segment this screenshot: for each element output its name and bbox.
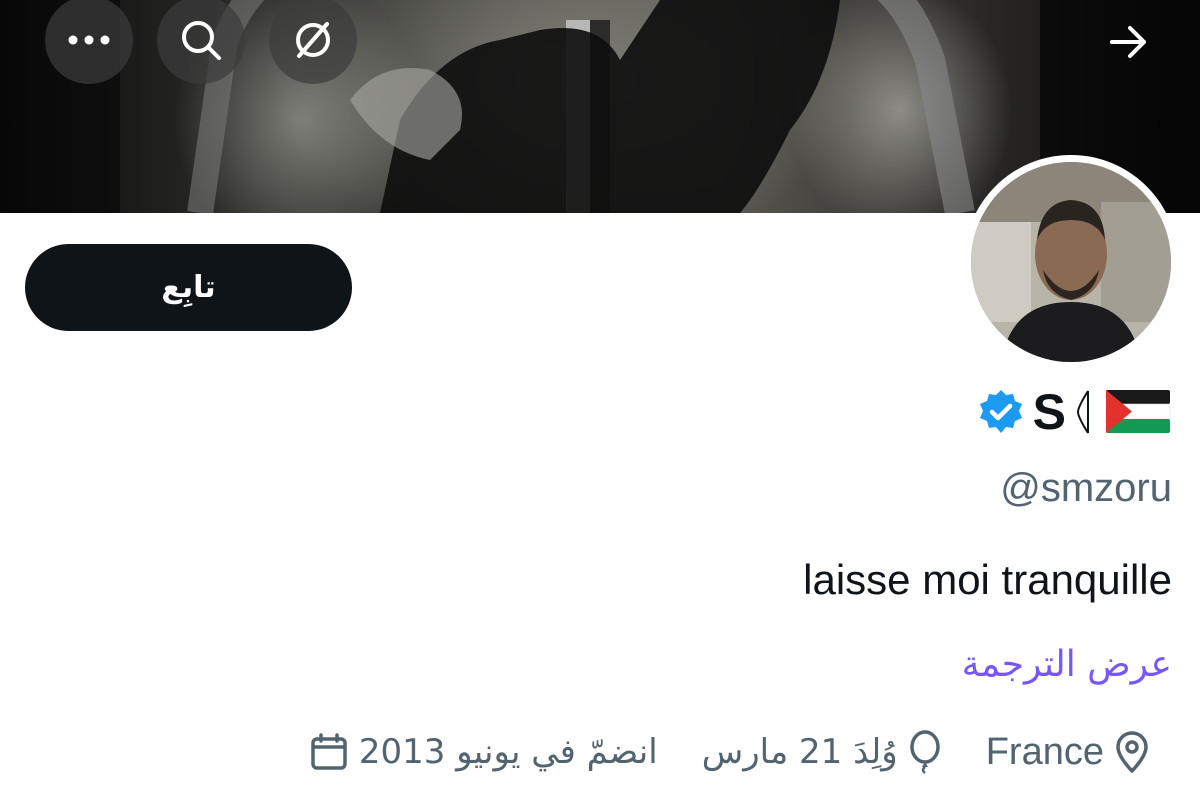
profile-name-row: S	[977, 384, 1172, 440]
more-button[interactable]	[45, 0, 133, 84]
palestine-flag-icon	[1105, 390, 1171, 433]
joined-date: انضمّ في يونيو 2013	[309, 732, 658, 772]
no-signal-icon	[296, 22, 330, 58]
birthday-text: وُلِدَ 21 مارس	[701, 732, 898, 772]
follow-button[interactable]: تابِع	[25, 244, 352, 331]
search-button[interactable]	[157, 0, 245, 84]
avatar	[971, 162, 1171, 362]
location-pin-icon	[1116, 731, 1148, 773]
avatar-frame[interactable]	[964, 155, 1178, 369]
balloon-icon	[909, 730, 940, 774]
location-text: France	[985, 730, 1104, 773]
calendar-icon	[311, 733, 347, 770]
profile-meta-row: انضمّ في يونيو 2013 وُلِدَ 21 مارس Franc…	[309, 722, 1150, 782]
verified-badge-icon	[979, 390, 1022, 433]
profile-handle: @smzoru	[1000, 466, 1172, 510]
avatar-photo	[971, 162, 1171, 362]
show-translation-link[interactable]: عرض الترجمة	[962, 644, 1172, 685]
signal-off-button[interactable]	[269, 0, 357, 84]
more-icon	[68, 35, 110, 45]
location: France	[986, 730, 1150, 774]
forward-button[interactable]	[1106, 20, 1150, 64]
display-name: S	[1032, 384, 1066, 440]
decorative-mark-icon	[1076, 390, 1089, 434]
profile-bio: laisse moi tranquille	[803, 556, 1172, 603]
arrow-right-icon	[1110, 26, 1146, 58]
search-icon	[182, 21, 221, 60]
birthday: وُلِدَ 21 مارس	[702, 730, 942, 774]
joined-text: انضمّ في يونيو 2013	[358, 732, 658, 772]
